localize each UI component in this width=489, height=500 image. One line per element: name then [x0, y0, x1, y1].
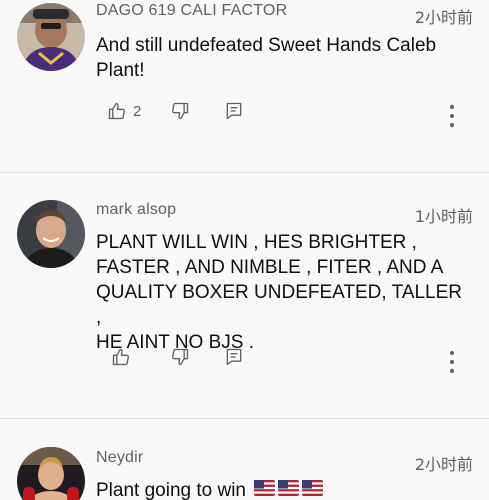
more-vertical-icon [450, 105, 454, 109]
comment-author[interactable]: mark alsop [96, 201, 176, 219]
comment-timestamp[interactable]: 2小时前 [415, 4, 473, 28]
comment-text: PLANT WILL WIN , HES BRIGHTER , FASTER ,… [96, 232, 463, 353]
comment-actions [96, 347, 476, 377]
like-button[interactable]: 2 [107, 101, 141, 121]
avatar[interactable] [17, 3, 85, 71]
reply-button[interactable] [224, 101, 244, 121]
thumb-down-icon [170, 347, 190, 367]
comment-text: And still undefeated Sweet Hands Caleb P… [96, 35, 437, 81]
comment-text-body: Plant going to win [96, 480, 246, 500]
like-button[interactable] [111, 347, 131, 367]
more-options-button[interactable] [449, 351, 455, 378]
thumb-up-icon [111, 347, 131, 367]
comment-text: Plant going to win [96, 478, 466, 500]
comment-reply-icon [224, 347, 244, 367]
avatar[interactable] [17, 200, 85, 268]
more-options-button[interactable] [449, 105, 455, 132]
dislike-button[interactable] [170, 347, 190, 367]
comment-author[interactable]: DAGO 619 CALI FACTOR [96, 2, 287, 20]
comment-timestamp[interactable]: 2小时前 [415, 451, 473, 475]
thumb-down-icon [170, 101, 190, 121]
comment-reply-icon [224, 101, 244, 121]
like-count: 2 [133, 102, 142, 120]
dislike-button[interactable] [170, 101, 190, 121]
thumb-up-icon [107, 101, 127, 121]
divider [0, 172, 489, 173]
comment-author[interactable]: Neydir [96, 449, 143, 467]
comment-timestamp[interactable]: 1小时前 [415, 203, 473, 227]
reply-button[interactable] [224, 347, 244, 367]
comment-actions: 2 [96, 101, 476, 131]
avatar[interactable] [17, 447, 85, 500]
us-flag-emoji [251, 480, 324, 500]
divider [0, 418, 489, 419]
more-vertical-icon [450, 351, 454, 355]
